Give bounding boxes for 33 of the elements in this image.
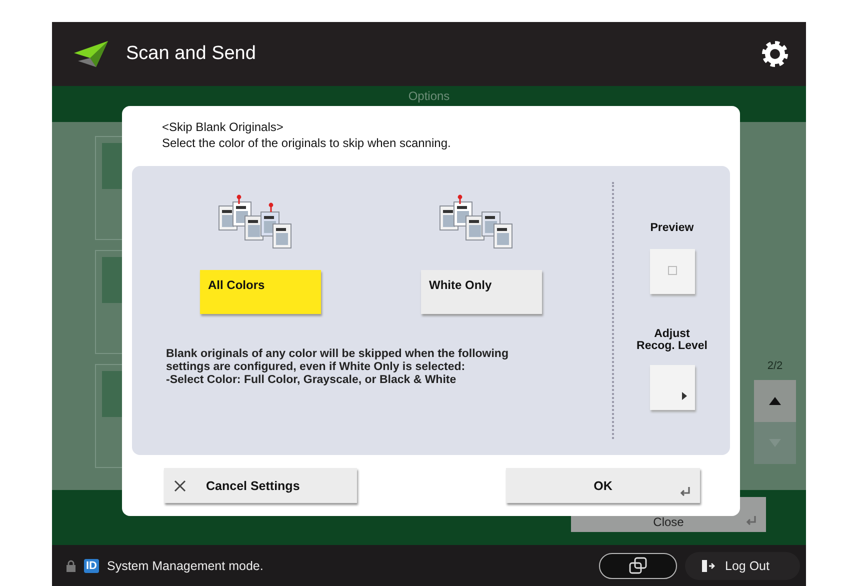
color-option-button[interactable]: White Only xyxy=(421,270,542,314)
scroll-up-button[interactable] xyxy=(754,380,796,422)
paper-plane-icon xyxy=(72,39,110,69)
caret-icon xyxy=(682,392,686,400)
lock-icon xyxy=(66,560,76,572)
preview-label: Preview xyxy=(650,222,694,235)
app-title: Scan and Send xyxy=(126,43,257,65)
option-tile[interactable] xyxy=(95,136,122,240)
ok-button[interactable]: OK xyxy=(506,468,700,503)
up-triangle-icon xyxy=(769,397,781,405)
adjust-label: Adjust Recog. Level xyxy=(636,328,708,353)
dialog-title: <Skip Blank Originals> xyxy=(162,120,284,134)
empty-square-icon xyxy=(668,266,676,276)
preview-checkbox[interactable] xyxy=(650,248,694,294)
info-text: Blank originals of any color will be skipped when the following settings are configured, even if White Only is selected: -Select Color: Full Color, Grayscale, or Black & White xyxy=(166,348,510,388)
logout-icon xyxy=(701,558,715,572)
options-title: Options xyxy=(408,89,450,103)
settings-icon[interactable] xyxy=(760,39,790,69)
page-indicator: 2/2 xyxy=(767,360,783,372)
close-icon xyxy=(174,480,186,492)
color-option-button[interactable]: All Colors xyxy=(200,270,321,314)
switch-button[interactable] xyxy=(599,552,677,578)
cancel-settings-button[interactable]: Cancel Settings xyxy=(164,468,357,503)
option-tile[interactable] xyxy=(95,364,122,468)
adjust-button[interactable] xyxy=(650,364,694,410)
mode-status: System Management mode. xyxy=(107,558,264,572)
option-tile[interactable] xyxy=(95,250,122,354)
overlapping-squares-icon xyxy=(628,556,648,574)
id-badge: ID xyxy=(84,558,99,572)
enter-icon xyxy=(678,486,692,498)
logout-button[interactable]: Log Out xyxy=(685,552,800,580)
enter-icon xyxy=(744,515,758,527)
dialog-instruction: Select the color of the originals to skip when scanning. xyxy=(162,136,452,150)
